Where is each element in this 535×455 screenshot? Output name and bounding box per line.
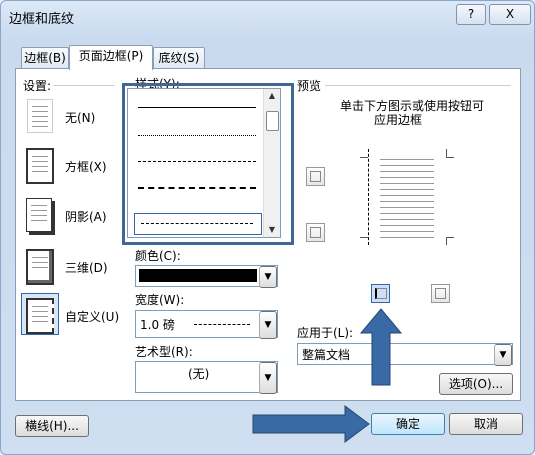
apply-to-value: 整篇文档	[302, 348, 351, 362]
width-label: 宽度(W):	[135, 293, 185, 307]
setting-shadow-label[interactable]: 阴影(A)	[65, 208, 107, 225]
color-label: 颜色(C):	[135, 249, 181, 263]
corner-mark-tl	[360, 157, 368, 158]
close-button[interactable]: X	[489, 4, 531, 25]
setting-3d-label[interactable]: 三维(D)	[65, 259, 108, 276]
width-dropdown-icon[interactable]: ▼	[259, 311, 277, 339]
setting-none-label[interactable]: 无(N)	[65, 109, 95, 126]
left-border-button[interactable]	[371, 284, 390, 303]
color-combo[interactable]: ▼	[135, 265, 278, 288]
width-line-sample	[194, 324, 250, 325]
setting-shadow-icon[interactable]	[26, 198, 52, 232]
horizontal-line-button[interactable]: 横线(H)...	[15, 415, 89, 437]
preview-instruction-2: 应用边框	[374, 113, 423, 127]
setting-box-icon[interactable]	[26, 148, 54, 184]
tab-shading[interactable]: 底纹(S)	[153, 47, 205, 68]
options-button[interactable]: 选项(O)...	[439, 373, 513, 395]
color-dropdown-icon[interactable]: ▼	[259, 266, 277, 288]
cancel-button[interactable]: 取消	[449, 413, 523, 435]
color-swatch	[139, 269, 257, 282]
corner-mark-bl	[360, 237, 368, 238]
corner-mark-br	[446, 237, 454, 238]
preview-left-border	[368, 149, 369, 245]
art-value: (无)	[188, 367, 210, 381]
setting-custom-label[interactable]: 自定义(U)	[65, 308, 119, 325]
width-combo[interactable]: 1.0 磅 ▼	[135, 310, 278, 339]
art-label: 艺术型(R):	[135, 345, 193, 359]
right-arrow-annotation	[252, 405, 370, 443]
title-bar: 边框和底纹 ? X	[1, 1, 534, 31]
ok-button[interactable]: 确定	[371, 413, 445, 435]
help-button[interactable]: ?	[456, 4, 486, 25]
apply-to-dropdown-icon[interactable]: ▼	[494, 344, 512, 366]
setting-box-label[interactable]: 方框(X)	[65, 158, 107, 175]
bottom-border-button[interactable]	[306, 223, 325, 242]
setting-heading: 设置:	[23, 79, 52, 93]
setting-custom-icon[interactable]	[26, 298, 54, 334]
setting-3d-icon[interactable]	[26, 249, 54, 285]
tab-page-border[interactable]: 页面边框(P)	[69, 45, 153, 70]
style-list-highlight	[122, 83, 294, 245]
dialog-title: 边框和底纹	[9, 12, 75, 27]
preview-divider	[325, 85, 511, 86]
apply-to-label: 应用于(L):	[297, 326, 354, 340]
top-border-button[interactable]	[306, 167, 325, 186]
preview-heading: 预览	[297, 79, 322, 93]
tab-borders[interactable]: 边框(B)	[21, 47, 69, 68]
preview-page[interactable]	[360, 149, 454, 245]
up-arrow-annotation	[359, 308, 403, 386]
corner-mark-tr	[446, 157, 454, 158]
right-border-button[interactable]	[431, 284, 450, 303]
art-combo[interactable]: (无) ▼	[135, 361, 278, 394]
width-value: 1.0 磅	[140, 318, 175, 332]
apply-to-combo[interactable]: 整篇文档 ▼	[297, 343, 513, 366]
setting-none-icon[interactable]	[27, 99, 53, 133]
setting-divider	[53, 85, 115, 86]
art-dropdown-icon[interactable]: ▼	[259, 362, 277, 394]
borders-and-shading-dialog: 边框和底纹 ? X 边框(B) 页面边框(P) 底纹(S) 设置: 无(N) 方…	[0, 0, 535, 455]
